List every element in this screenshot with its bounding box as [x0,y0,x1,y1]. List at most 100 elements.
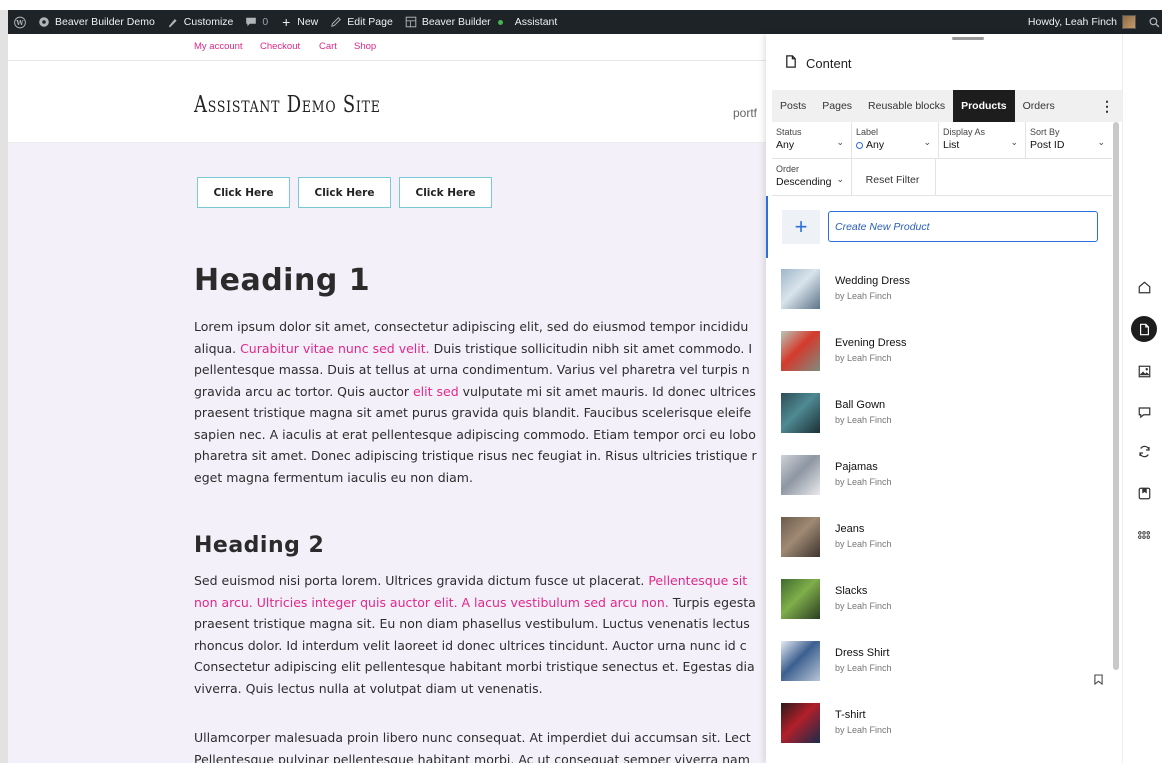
display-as-value: List [943,139,960,151]
apps-icon[interactable] [1131,522,1157,548]
site-name-link[interactable]: Beaver Builder Demo [32,10,161,34]
media-icon[interactable] [1131,358,1157,384]
text-run: vulputate mi sit amet mauris. Id donec u… [458,383,756,399]
product-author: by Leah Finch [835,539,892,549]
product-list-item[interactable]: Jeans by Leah Finch [766,506,1116,568]
tab-reusable-blocks[interactable]: Reusable blocks [860,90,953,122]
beaver-builder-link[interactable]: Beaver Builder [399,10,509,34]
text-line: pharetra sit amet. Donec adipiscing tris… [194,445,764,467]
product-list-item[interactable]: T-shirt by Leah Finch [766,692,1116,754]
text-run: gravida arcu ac tortor. Quis auctor [194,383,413,399]
product-list-item[interactable]: Pajamas by Leah Finch [766,444,1116,506]
tab-products[interactable]: Products [953,90,1015,122]
inline-link[interactable]: elit sed [413,384,459,399]
main-menu-item[interactable]: portf [733,106,757,120]
label-filter-label: Label [856,127,879,137]
product-list-item[interactable]: Ball Gown by Leah Finch [766,382,1116,444]
product-list-item[interactable]: Wedding Dress by Leah Finch [766,258,1116,320]
click-here-button-2[interactable]: Click Here [298,177,391,208]
click-here-button-1[interactable]: Click Here [197,177,290,208]
status-filter[interactable]: Status Any ⌄ [772,122,852,158]
order-label: Order [776,164,800,174]
product-author: by Leah Finch [835,353,892,363]
panel-scrollbar[interactable] [1113,122,1119,670]
text-run: Pellentesque pulvinar pellentesque habit… [194,751,750,763]
site-title[interactable]: Assistant Demo Site [194,92,381,118]
tab-pages[interactable]: Pages [814,90,860,122]
order-value: Descending [776,176,832,188]
text-line: viverra. Quis lectus nulla at volutpat d… [194,678,764,700]
assistant-link[interactable]: Assistant [509,10,564,34]
product-list: + Create New Product Wedding Dress by Lea… [766,196,1116,763]
text-run: praesent tristique magna sit. Eu non dia… [194,616,750,631]
product-author: by Leah Finch [835,601,892,611]
updates-icon[interactable] [1131,438,1157,464]
plus-icon: + [282,14,291,30]
text-run: sapien nec. A iaculis at erat pellentesq… [194,426,756,442]
product-title: T-shirt [835,709,866,721]
comments-link[interactable]: 0 [239,10,274,34]
product-list-item[interactable]: Slacks by Leah Finch [766,568,1116,630]
nav-cart[interactable]: Cart [319,41,337,52]
content-icon [784,54,798,72]
add-product-button[interactable]: + [782,210,820,244]
product-title: Slacks [835,585,868,597]
label-color-icon [856,141,863,149]
drag-handle[interactable] [952,37,984,40]
text-run: viverra. Quis lectus nulla at volutpat d… [194,680,543,696]
tab-orders[interactable]: Orders [1015,90,1063,122]
svg-text:W: W [15,18,24,26]
new-label: New [297,16,319,28]
admin-bar: W Beaver Builder Demo Customize 0 + New [8,10,1162,34]
chevron-down-icon: ⌄ [1010,137,1018,147]
product-title: Dress Shirt [835,647,890,659]
text-run: pharetra sit amet. Donec adipiscing tris… [194,448,757,463]
text-run: praesent tristique magna sit amet purus … [194,405,752,420]
text-line: pellentesque massa. Duis at tellus at ur… [194,359,764,381]
chevron-down-icon: ⌄ [923,137,931,147]
product-list-item[interactable]: Evening Dress by Leah Finch [766,320,1116,382]
home-icon[interactable] [1131,274,1157,300]
label-filter[interactable]: Label Any ⌄ [852,122,939,158]
nav-shop[interactable]: Shop [354,41,376,52]
avatar [1122,15,1136,29]
bookmark-icon[interactable] [1094,674,1103,688]
display-as-filter[interactable]: Display As List ⌄ [939,122,1026,158]
text-line: Consectetur adipiscing elit pellentesque… [194,656,764,678]
text-run: rhoncus dolor. Id interdum velit laoreet… [194,637,747,653]
pencil-icon [330,16,342,28]
nav-checkout[interactable]: Checkout [260,41,300,52]
content-icon[interactable] [1131,316,1157,342]
status-filter-label: Status [776,127,802,137]
text-line: sapien nec. A iaculis at erat pellentesq… [194,424,764,446]
create-product-input[interactable]: Create New Product [828,211,1098,242]
edit-page-link[interactable]: Edit Page [324,10,399,34]
tab-posts[interactable]: Posts [772,90,814,122]
admin-search-button[interactable] [1142,10,1162,34]
reset-filter-button[interactable]: Reset Filter [852,159,936,195]
new-content-link[interactable]: + New [274,10,324,34]
wordpress-logo-button[interactable]: W [8,10,32,34]
customize-link[interactable]: Customize [161,10,240,34]
account-menu[interactable]: Howdy, Leah Finch [1022,10,1142,34]
product-thumbnail [781,269,820,309]
sort-by-filter[interactable]: Sort By Post ID ⌄ [1026,122,1112,158]
nav-my-account[interactable]: My account [194,41,243,52]
text-run: Ullamcorper malesuada proin libero nunc … [194,730,751,745]
inline-link[interactable]: Curabitur vitae nunc sed velit. [240,341,430,356]
bookmarks-icon[interactable] [1131,480,1157,506]
more-options-icon[interactable]: ⋮ [1092,90,1122,122]
product-author: by Leah Finch [835,663,892,673]
content-area: Click Here Click Here Click Here Heading… [8,143,768,763]
paragraph-3: Ullamcorper malesuada proin libero nunc … [194,727,764,763]
inline-link[interactable]: non arcu. Ultricies integer quis auctor … [194,595,669,610]
comments-icon[interactable] [1131,399,1157,425]
inline-link[interactable]: Pellentesque sit [648,573,747,588]
text-line: eget magna fermentum iaculis eu non diam… [194,467,764,489]
edit-page-label: Edit Page [347,16,393,28]
click-here-button-3[interactable]: Click Here [399,177,492,208]
product-thumbnail [781,455,820,495]
product-list-item[interactable]: Dress Shirt by Leah Finch [766,630,1116,692]
chevron-down-icon: ⌄ [836,174,844,184]
order-filter[interactable]: Order Descending ⌄ [772,159,852,195]
